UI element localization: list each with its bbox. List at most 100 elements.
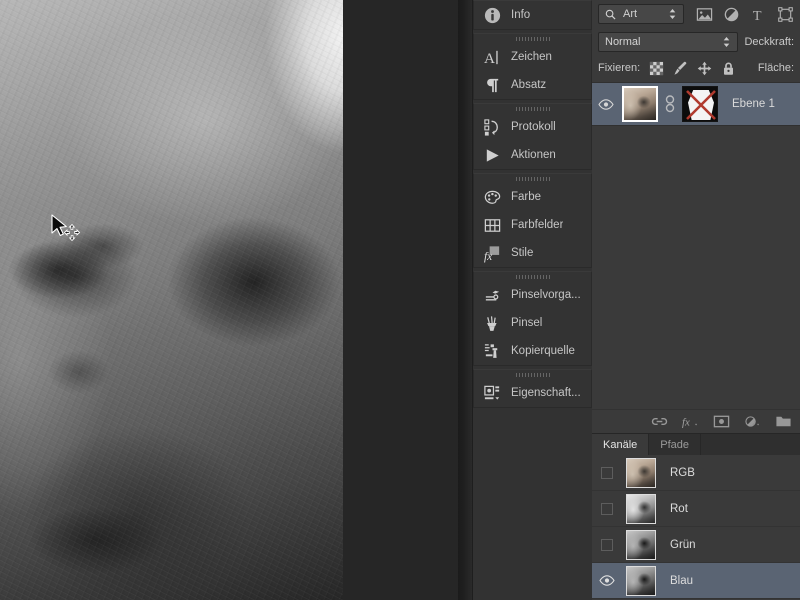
updown-spinner-icon[interactable] xyxy=(668,8,677,20)
lock-image-pixels-icon[interactable] xyxy=(673,61,688,76)
opacity-label: Deckkraft: xyxy=(744,36,794,48)
layer-visibility-toggle[interactable] xyxy=(596,98,616,110)
dock-item-zeichen[interactable]: A Zeichen xyxy=(474,43,591,71)
type-filter-icon[interactable]: T xyxy=(750,6,767,23)
fill-label: Fläche: xyxy=(757,62,794,74)
dock-item-pinselvorgaben[interactable]: Pinselvorga... xyxy=(474,281,591,309)
rgb-thumbnail xyxy=(627,458,655,487)
new-group-folder-icon[interactable] xyxy=(775,413,792,430)
canvas-gutter xyxy=(343,0,460,600)
lock-position-icon[interactable] xyxy=(697,61,712,76)
blend-mode-row: Normal Deckkraft: xyxy=(592,28,800,56)
svg-text:fx: fx xyxy=(682,416,690,428)
workspace xyxy=(0,0,472,600)
blend-mode-select[interactable]: Normal xyxy=(598,32,739,52)
right-panel-column: Art T Normal Deckkraft: Fixieren: Fläche… xyxy=(592,0,800,600)
dock-item-protokoll[interactable]: Protokoll xyxy=(474,113,591,141)
dock-grip[interactable] xyxy=(474,104,591,113)
add-layer-mask-icon[interactable] xyxy=(713,413,730,430)
dock-item-label: Aktionen xyxy=(511,149,556,161)
layers-bottom-toolbar: fx xyxy=(592,409,800,433)
blue-channel-thumbnail xyxy=(627,566,655,595)
channel-row[interactable]: Rot xyxy=(592,491,800,527)
channel-visibility-toggle[interactable] xyxy=(596,538,618,551)
lock-row: Fixieren: Fläche: xyxy=(592,56,800,80)
pixel-filter-icon[interactable] xyxy=(696,6,713,23)
adjustment-filter-icon[interactable] xyxy=(723,6,740,23)
dock-item-label: Zeichen xyxy=(511,51,552,63)
shape-filter-icon[interactable] xyxy=(777,6,794,23)
search-icon xyxy=(605,9,616,20)
dock-group-color: Farbe Farbfelder fx Stile xyxy=(473,173,592,268)
channel-visibility-toggle[interactable] xyxy=(596,466,618,479)
dock-item-kopierquelle[interactable]: Kopierquelle xyxy=(474,337,591,365)
layer-style-fx-icon[interactable]: fx xyxy=(682,413,699,430)
dock-grip[interactable] xyxy=(474,34,591,43)
channel-name: Blau xyxy=(670,574,694,587)
lock-label: Fixieren: xyxy=(598,62,641,74)
history-icon xyxy=(484,118,498,136)
dock-item-stile[interactable]: fx Stile xyxy=(474,239,591,267)
portrait-thumbnail xyxy=(624,88,656,120)
styles-fx-icon: fx xyxy=(484,245,500,263)
paragraph-icon xyxy=(487,78,499,92)
actions-play-icon xyxy=(486,148,499,162)
image-grain-texture xyxy=(0,0,343,600)
dock-item-farbe[interactable]: Farbe xyxy=(474,183,591,211)
channel-thumbnail xyxy=(626,565,656,596)
channels-panel: Kanäle Pfade RGB Rot Grün Blau xyxy=(592,433,800,600)
dock-left-edge xyxy=(458,0,472,600)
dock-item-absatz[interactable]: Absatz xyxy=(474,71,591,99)
document-canvas[interactable] xyxy=(0,0,343,600)
dock-group-brush: Pinselvorga... Pinsel Kopierquelle xyxy=(473,271,592,366)
tab-label: Pfade xyxy=(660,438,690,451)
dock-item-label: Pinsel xyxy=(511,317,543,329)
dock-item-farbfelder[interactable]: Farbfelder xyxy=(474,211,591,239)
layer-thumbnail[interactable] xyxy=(622,86,658,122)
dock-group-type: A Zeichen Absatz xyxy=(473,33,592,100)
dock-item-label: Farbe xyxy=(511,191,542,203)
channel-visibility-toggle[interactable] xyxy=(596,502,618,515)
channel-row[interactable]: RGB xyxy=(592,455,800,491)
lock-all-icon[interactable] xyxy=(721,61,736,76)
lock-transparency-icon[interactable] xyxy=(649,61,664,76)
character-icon: A xyxy=(484,50,498,67)
visibility-checkbox xyxy=(601,466,613,479)
layers-filter-row: Art T xyxy=(592,0,800,28)
channel-name: Rot xyxy=(670,502,688,515)
color-palette-icon xyxy=(484,190,501,204)
channel-row[interactable]: Blau xyxy=(592,563,800,599)
layer-filter-select[interactable]: Art xyxy=(598,4,684,24)
channel-thumbnail xyxy=(626,493,656,524)
link-icon[interactable] xyxy=(664,95,676,113)
dock-grip[interactable] xyxy=(474,272,591,281)
visibility-checkbox xyxy=(601,538,613,551)
clone-source-icon xyxy=(484,343,498,358)
dock-item-label: Stile xyxy=(511,247,534,259)
photoshop-window: Info A Zeichen Absatz Protokoll Aktionen… xyxy=(0,0,800,600)
layer-row[interactable]: Ebene 1 xyxy=(592,82,800,126)
dock-item-eigenschaften[interactable]: Eigenschaft... xyxy=(474,379,591,407)
dock-grip[interactable] xyxy=(474,370,591,379)
link-layers-icon[interactable] xyxy=(651,413,668,430)
layer-filter-value: Art xyxy=(623,8,638,20)
brush-presets-icon xyxy=(484,290,500,300)
dock-group-properties: Eigenschaft... xyxy=(473,369,592,408)
dock-item-aktionen[interactable]: Aktionen xyxy=(474,141,591,169)
layer-mask-thumbnail[interactable] xyxy=(682,86,718,122)
properties-icon xyxy=(484,385,500,400)
adjustment-layer-icon[interactable] xyxy=(744,413,761,430)
dock-item-label: Info xyxy=(511,9,531,21)
channel-visibility-toggle[interactable] xyxy=(596,575,618,586)
dock-item-label: Kopierquelle xyxy=(511,345,575,357)
disabled-layer-mask-icon xyxy=(686,90,716,120)
tab-kanaele[interactable]: Kanäle xyxy=(592,434,650,455)
dock-item-pinsel[interactable]: Pinsel xyxy=(474,309,591,337)
layer-name[interactable]: Ebene 1 xyxy=(732,98,775,110)
updown-spinner-icon[interactable] xyxy=(722,36,731,48)
channel-row[interactable]: Grün xyxy=(592,527,800,563)
dock-grip[interactable] xyxy=(474,174,591,183)
dock-item-info[interactable]: Info xyxy=(474,1,591,29)
tab-pfade[interactable]: Pfade xyxy=(649,434,702,455)
swatches-grid-icon xyxy=(484,218,501,232)
